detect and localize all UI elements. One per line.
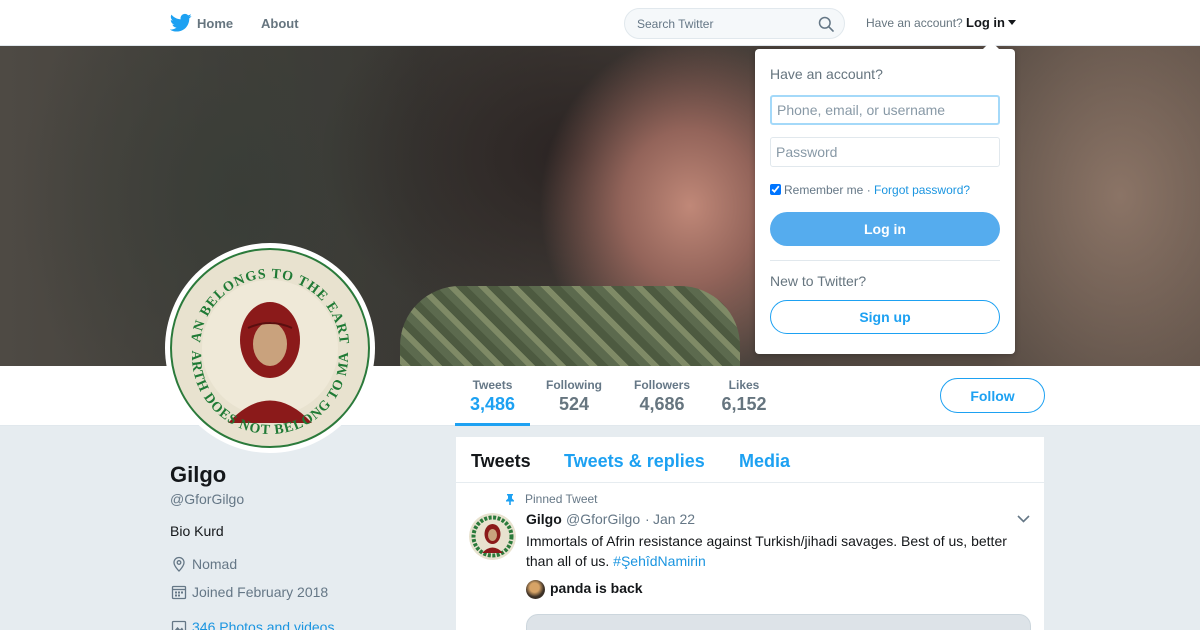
signup-button[interactable]: Sign up <box>770 300 1000 334</box>
location-text: Nomad <box>192 556 238 572</box>
password-input[interactable] <box>770 137 1000 167</box>
pin-icon <box>506 494 514 505</box>
twitter-bird-icon[interactable] <box>170 13 192 33</box>
pinned-tweet-label: Pinned Tweet <box>525 492 598 506</box>
remember-row: Remember me · Forgot password? <box>770 183 970 197</box>
quote-author-name[interactable]: panda is back <box>550 580 643 596</box>
tweet-text: Immortals of Afrin resistance against Tu… <box>526 531 1026 571</box>
stat-label: Followers <box>633 378 690 392</box>
remember-label[interactable]: Remember me <box>784 183 863 197</box>
banner-camouflage <box>400 286 740 366</box>
stat-value: 4,686 <box>639 394 685 414</box>
photos-link[interactable]: 346 Photos and videos <box>192 619 334 630</box>
location-pin-icon <box>173 556 185 572</box>
have-account-text: Have an account? <box>866 16 963 30</box>
tweet-separator: · <box>645 511 650 527</box>
login-link-label: Log in <box>966 15 1005 30</box>
nav-home-link[interactable]: Home <box>197 16 233 31</box>
tweet-author-handle[interactable]: @GforGilgo <box>566 511 640 527</box>
tweet-hashtag[interactable]: #ŞehîdNamirin <box>613 553 706 569</box>
stat-tweets[interactable]: Tweets 3,486 <box>455 378 530 426</box>
stat-value: 3,486 <box>469 394 516 414</box>
chevron-down-icon[interactable] <box>1017 515 1030 523</box>
stat-value: 6,152 <box>721 394 767 414</box>
calendar-icon <box>171 585 187 600</box>
tab-tweets[interactable]: Tweets <box>471 451 531 472</box>
tab-media[interactable]: Media <box>739 451 790 472</box>
stat-label: Tweets <box>472 378 513 392</box>
search-icon[interactable] <box>818 16 834 32</box>
remember-separator: · <box>866 183 871 197</box>
tweet-date[interactable]: Jan 22 <box>653 511 695 527</box>
dropdown-divider <box>770 260 1000 261</box>
nav-about-link[interactable]: About <box>261 16 299 31</box>
profile-handle[interactable]: @GforGilgo <box>170 491 244 507</box>
top-navigation: Home About Search Twitter Have an accoun… <box>0 0 1200 46</box>
tab-tweets-replies[interactable]: Tweets & replies <box>564 451 705 472</box>
remember-checkbox[interactable] <box>770 184 781 195</box>
new-to-twitter-text: New to Twitter? <box>770 273 867 289</box>
quote-avatar[interactable] <box>526 580 545 599</box>
login-button[interactable]: Log in <box>770 212 1000 246</box>
dropdown-title: Have an account? <box>770 66 883 82</box>
login-dropdown-toggle[interactable]: Log in <box>966 15 1016 30</box>
search-input[interactable]: Search Twitter <box>637 17 713 31</box>
search-box[interactable]: Search Twitter <box>624 8 845 39</box>
profile-name[interactable]: Gilgo <box>170 462 226 488</box>
tweet-avatar-seal <box>469 513 516 560</box>
image-icon <box>171 620 187 630</box>
tweet-body: Immortals of Afrin resistance against Tu… <box>526 533 1007 569</box>
stat-label: Likes <box>728 378 760 392</box>
tweet-avatar[interactable] <box>469 513 516 560</box>
username-input[interactable] <box>770 95 1000 125</box>
follow-button[interactable]: Follow <box>940 378 1045 413</box>
stat-value: 524 <box>558 394 590 414</box>
stat-followers[interactable]: Followers 4,686 <box>628 378 696 426</box>
stat-following[interactable]: Following 524 <box>540 378 608 426</box>
profile-avatar[interactable]: MAN BELONGS TO THE EARTH EARTH DOES NOT … <box>165 243 375 453</box>
stat-likes[interactable]: Likes 6,152 <box>714 378 774 426</box>
tweet-author-name[interactable]: Gilgo <box>526 511 562 527</box>
media-card[interactable] <box>526 614 1031 630</box>
caret-down-icon <box>1008 20 1016 25</box>
stat-label: Following <box>546 378 602 392</box>
forgot-password-link[interactable]: Forgot password? <box>874 183 970 197</box>
joined-text: Joined February 2018 <box>192 584 329 600</box>
timeline-tabs: Tweets Tweets & replies Media <box>456 437 1044 483</box>
profile-bio: Bio Kurd <box>170 523 224 539</box>
login-dropdown: Have an account? Remember me · Forgot pa… <box>755 41 1015 354</box>
timeline: Tweets Tweets & replies Media Pinned Twe… <box>456 437 1044 630</box>
avatar-seal: MAN BELONGS TO THE EARTH EARTH DOES NOT … <box>170 248 370 448</box>
